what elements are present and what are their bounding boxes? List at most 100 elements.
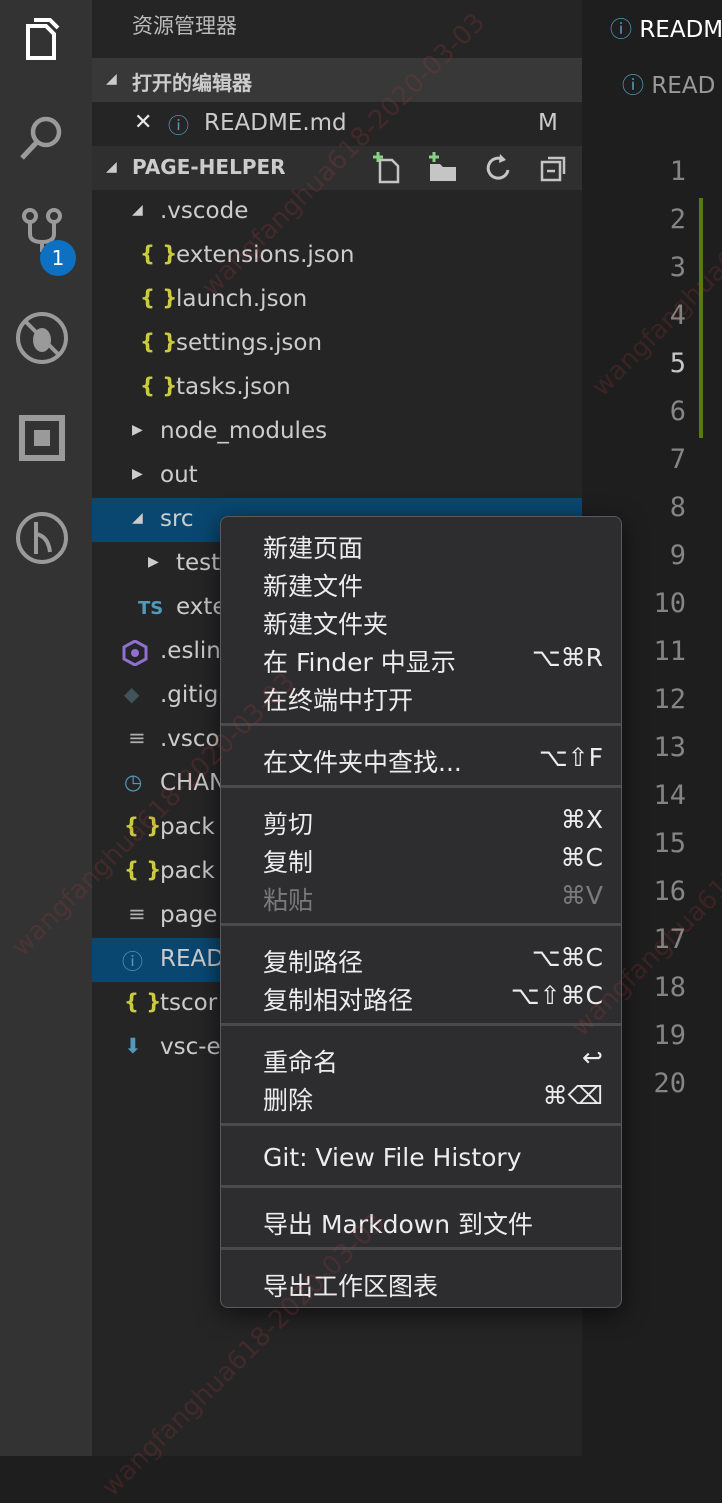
menu-item-new-file[interactable]: 新建文件 (221, 563, 621, 601)
eslint-icon (122, 640, 148, 666)
tree-item-label: settings.json (176, 330, 323, 356)
menu-item-find-in-folder[interactable]: 在文件夹中查找... ⌥⇧F (221, 739, 621, 777)
json-icon: { } (140, 330, 178, 354)
new-file-icon[interactable] (372, 152, 404, 184)
open-editors-header[interactable]: ◢ 打开的编辑器 (92, 58, 582, 102)
line-number: 3 (669, 252, 686, 283)
line-number: 19 (653, 1020, 686, 1051)
menu-item-git-file-history[interactable]: Git: View File History (221, 1139, 621, 1177)
menu-item-label: 复制 (263, 848, 314, 877)
tree-item-label: src (160, 506, 194, 532)
menu-item-label: 复制路径 (263, 948, 364, 977)
context-menu: 新建页面 新建文件 新建文件夹 在 Finder 中显示 ⌥⌘R 在终端中打开 … (220, 516, 622, 1308)
editor-tab[interactable]: ⓘ READM (610, 12, 722, 44)
menu-item-label: Git: View File History (263, 1143, 522, 1172)
git-icon: ◆ (124, 682, 140, 706)
menu-item-label: 新建文件夹 (263, 610, 389, 639)
json-icon: { } (140, 374, 178, 398)
line-number: 12 (653, 684, 686, 715)
menu-item-cut[interactable]: 剪切 ⌘X (221, 801, 621, 839)
new-folder-icon[interactable] (426, 152, 458, 184)
tree-item-label: exte (176, 594, 227, 620)
tree-file-launch[interactable]: { } launch.json (92, 278, 582, 322)
refresh-icon[interactable] (482, 152, 514, 184)
menu-item-label: 删除 (263, 1086, 314, 1115)
chevron-right-icon: ▶ (148, 554, 159, 570)
tree-folder-vscode[interactable]: ◢ .vscode (92, 190, 582, 234)
line-number: 16 (653, 876, 686, 907)
tree-file-settings[interactable]: { } settings.json (92, 322, 582, 366)
info-icon: ⓘ (122, 950, 143, 974)
typescript-icon: TS (138, 598, 164, 619)
gutter-added-marker (699, 198, 703, 438)
tree-item-label: .gitig (160, 682, 219, 708)
search-icon[interactable] (14, 110, 70, 166)
menu-separator (221, 1123, 621, 1126)
open-editor-filename: README.md (204, 110, 347, 136)
lines-icon: ≡ (128, 902, 146, 926)
menu-item-label: 粘贴 (263, 886, 314, 915)
breadcrumb[interactable]: ⓘ READ (622, 68, 715, 100)
tree-item-label: pack (160, 858, 215, 884)
tree-item-label: .vscode (160, 198, 249, 224)
tree-item-label: launch.json (176, 286, 308, 312)
menu-item-shortcut: ⌥⌘C (531, 943, 603, 972)
close-icon[interactable]: ✕ (134, 110, 152, 135)
line-number: 10 (653, 588, 686, 619)
tree-item-label: .eslin (160, 638, 221, 664)
tree-item-label: node_modules (160, 418, 328, 444)
menu-item-rename[interactable]: 重命名 ↩ (221, 1039, 621, 1077)
line-number: 7 (669, 444, 686, 475)
line-number: 11 (653, 636, 686, 667)
menu-item-label: 在文件夹中查找... (263, 748, 462, 777)
breadcrumb-label: READ (651, 73, 716, 99)
tree-item-label: test (176, 550, 221, 576)
menu-item-shortcut: ↩ (582, 1043, 603, 1072)
sidebar-title: 资源管理器 (132, 14, 237, 38)
line-number: 20 (653, 1068, 686, 1099)
download-icon: ⬇ (124, 1034, 142, 1058)
menu-item-new-page[interactable]: 新建页面 (221, 525, 621, 563)
menu-item-label: 新建文件 (263, 572, 364, 601)
menu-item-shortcut: ⌘C (560, 843, 603, 872)
line-number: 9 (669, 540, 686, 571)
menu-item-copy[interactable]: 复制 ⌘C (221, 839, 621, 877)
extensions-icon[interactable] (14, 410, 70, 466)
json-icon: { } (140, 242, 178, 266)
menu-item-label: 剪切 (263, 810, 314, 839)
chevron-down-icon: ◢ (106, 71, 117, 87)
menu-separator (221, 785, 621, 788)
menu-separator (221, 723, 621, 726)
line-number: 18 (653, 972, 686, 1003)
tree-file-extensions[interactable]: { } extensions.json (92, 234, 582, 278)
modified-badge: M (538, 110, 558, 136)
tree-item-label: vsc-e (160, 1034, 221, 1060)
scm-badge: 1 (40, 240, 76, 276)
menu-item-shortcut: ⌥⌘R (531, 643, 603, 672)
git-graph-icon[interactable] (14, 510, 70, 566)
menu-item-copy-path[interactable]: 复制路径 ⌥⌘C (221, 939, 621, 977)
tree-folder-node-modules[interactable]: ▶ node_modules (92, 410, 582, 454)
explorer-icon[interactable] (14, 12, 70, 68)
tree-item-label: READ (160, 946, 224, 972)
debug-icon[interactable] (14, 310, 70, 366)
menu-separator (221, 1023, 621, 1026)
menu-item-copy-relative-path[interactable]: 复制相对路径 ⌥⇧⌘C (221, 977, 621, 1015)
menu-item-delete[interactable]: 删除 ⌘⌫ (221, 1077, 621, 1115)
json-icon: { } (140, 286, 178, 310)
menu-item-export-markdown[interactable]: 导出 Markdown 到文件 (221, 1201, 621, 1239)
line-number: 1 (669, 156, 686, 187)
info-icon: ⓘ (168, 114, 189, 138)
activity-bar: 1 (0, 0, 92, 1456)
tree-folder-out[interactable]: ▶ out (92, 454, 582, 498)
menu-item-paste: 粘贴 ⌘V (221, 877, 621, 915)
menu-item-shortcut: ⌘V (560, 881, 603, 910)
collapse-all-icon[interactable] (538, 152, 570, 184)
tree-file-tasks[interactable]: { } tasks.json (92, 366, 582, 410)
menu-item-label: 在 Finder 中显示 (263, 648, 456, 677)
chevron-down-icon: ◢ (106, 159, 117, 175)
menu-item-new-folder[interactable]: 新建文件夹 (221, 601, 621, 639)
menu-separator (221, 1185, 621, 1188)
lines-icon: ≡ (128, 726, 146, 750)
menu-item-label: 新建页面 (263, 534, 364, 563)
